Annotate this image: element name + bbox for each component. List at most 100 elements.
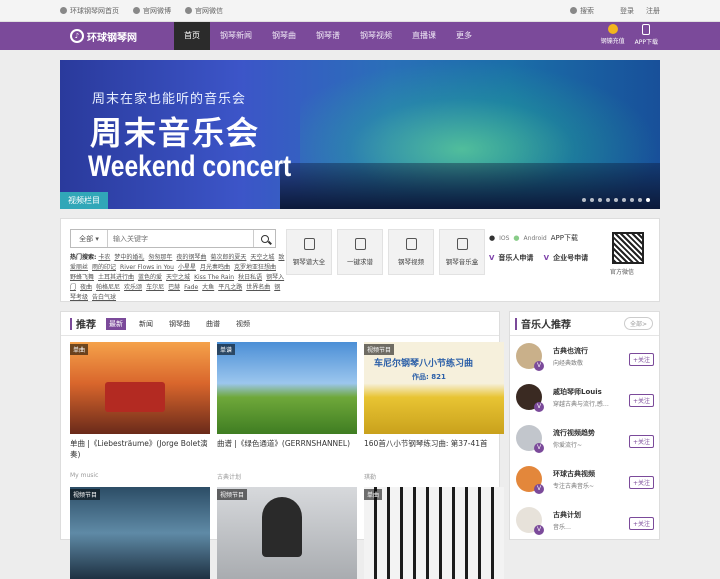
follow-button[interactable]: +关注 bbox=[628, 394, 654, 407]
login-link[interactable]: 登录 bbox=[620, 6, 634, 16]
content-card[interactable]: 视频节目 车尼尔钢琴八小节练习曲 作品: 821 160首八小节钢琴练习曲: 第… bbox=[364, 342, 504, 481]
musician-apply-link[interactable]: 音乐人申请 bbox=[498, 253, 533, 263]
follow-button[interactable]: +关注 bbox=[628, 476, 654, 489]
hero-banner[interactable]: 周末在家也能听的音乐会 周末音乐会 Weekend concert 视频栏目 bbox=[60, 60, 660, 209]
card-image: 视频节目 车尼尔钢琴八小节练习曲 作品: 821 bbox=[364, 342, 504, 434]
search-bar: 全部 ▾ bbox=[70, 229, 276, 248]
nav-item-live[interactable]: 直播课 bbox=[402, 22, 446, 50]
wechat-link[interactable]: 官网微信 bbox=[185, 6, 223, 16]
hot-search-link[interactable]: 雨的印记 bbox=[92, 264, 116, 271]
nav-item-songs[interactable]: 钢琴曲 bbox=[262, 22, 306, 50]
search-panel: 全部 ▾ 热门搜索: 卡农梦中的婚礼匆匆那年夜的钢琴曲菊次郎的夏天天空之城致爱丽… bbox=[60, 218, 660, 302]
phone-icon bbox=[642, 24, 651, 35]
app-download-button[interactable]: APP下载 bbox=[635, 24, 658, 46]
banner-title-en: Weekend concert bbox=[88, 150, 292, 183]
company-apply-link[interactable]: 企业号申请 bbox=[553, 253, 588, 263]
hot-search-link[interactable]: 秋日私语 bbox=[238, 274, 262, 281]
search-icon bbox=[260, 234, 269, 243]
musician-name[interactable]: 古典也流行 bbox=[553, 346, 588, 356]
request-icon bbox=[354, 238, 366, 250]
follow-button[interactable]: +关注 bbox=[628, 517, 654, 530]
content-card[interactable]: 单谱 曲谱 |《绿色通道》(GERRNSHANNEL) 古典计划 bbox=[217, 342, 357, 481]
hot-search-link[interactable]: 世界名曲 bbox=[246, 284, 270, 291]
nav-item-more[interactable]: 更多 bbox=[446, 22, 482, 50]
hot-search-link[interactable]: Fade bbox=[184, 284, 198, 291]
recharge-button[interactable]: 钢镚充值 bbox=[601, 24, 625, 46]
hot-search-link[interactable]: 车尔尼 bbox=[146, 284, 164, 291]
content-card[interactable]: 单曲 bbox=[364, 487, 504, 579]
hot-search-link[interactable]: 欢乐颂 bbox=[124, 284, 142, 291]
musician-item[interactable]: V 戚珀琴师Louis 穿越古典与流行,感… +关注 bbox=[516, 384, 654, 416]
nav-item-videos[interactable]: 钢琴视频 bbox=[350, 22, 402, 50]
hot-search-link[interactable]: River Flows in You bbox=[120, 264, 174, 271]
hot-search-link[interactable]: 卡农 bbox=[98, 254, 110, 261]
hot-search-link[interactable]: 大鱼 bbox=[202, 284, 214, 291]
hot-search-link[interactable]: 梦中的婚礼 bbox=[114, 254, 144, 261]
content-card[interactable]: 视频节目 bbox=[70, 487, 210, 579]
v-icon: V bbox=[543, 254, 550, 262]
hot-search-link[interactable]: Kiss The Rain bbox=[194, 274, 234, 281]
tab-latest[interactable]: 最新 bbox=[106, 317, 126, 330]
apple-icon: ● bbox=[489, 234, 496, 242]
tab-news[interactable]: 新闻 bbox=[136, 318, 156, 330]
verified-icon: V bbox=[534, 361, 544, 371]
quick-scores-all[interactable]: 钢琴谱大全 bbox=[286, 229, 332, 275]
verified-icon: V bbox=[534, 525, 544, 535]
banner-tag: 视频栏目 bbox=[60, 192, 108, 209]
hot-search-link[interactable]: 天空之城 bbox=[250, 254, 274, 261]
hot-search-link[interactable]: 夜曲 bbox=[80, 284, 92, 291]
search-input[interactable] bbox=[108, 230, 253, 247]
musician-item[interactable]: V 古典也流行 向经典致敬 +关注 bbox=[516, 343, 654, 375]
nav-item-scores[interactable]: 钢琴谱 bbox=[306, 22, 350, 50]
content-card[interactable]: 视频节目 bbox=[217, 487, 357, 579]
hot-search-link[interactable]: 帕格尼尼 bbox=[96, 284, 120, 291]
search-category-select[interactable]: 全部 ▾ bbox=[71, 230, 108, 247]
weibo-link[interactable]: 官网微博 bbox=[133, 6, 171, 16]
hot-search-link[interactable]: 匆匆那年 bbox=[148, 254, 172, 261]
hot-search-link[interactable]: 天空之城 bbox=[166, 274, 190, 281]
video-icon bbox=[405, 238, 417, 250]
tab-piano-songs[interactable]: 钢琴曲 bbox=[166, 318, 193, 330]
musician-name[interactable]: 古典计划 bbox=[553, 510, 581, 520]
musician-name[interactable]: 戚珀琴师Louis bbox=[553, 387, 602, 397]
follow-button[interactable]: +关注 bbox=[628, 435, 654, 448]
musician-name[interactable]: 流行视频趋势 bbox=[553, 428, 595, 438]
hot-search-link[interactable]: 夜的钢琴曲 bbox=[176, 254, 206, 261]
follow-button[interactable]: +关注 bbox=[628, 353, 654, 366]
hot-search-link[interactable]: 巴赫 bbox=[168, 284, 180, 291]
hot-search-link[interactable]: 月光奏鸣曲 bbox=[200, 264, 230, 271]
carousel-dots[interactable] bbox=[582, 198, 650, 202]
register-link[interactable]: 注册 bbox=[646, 6, 660, 16]
card-image: 单曲 bbox=[364, 487, 504, 579]
quick-request-score[interactable]: 一键求谱 bbox=[337, 229, 383, 275]
musician-name[interactable]: 环球古典视频 bbox=[553, 469, 595, 479]
top-bar: 环球钢琴网首页 官网微博 官网微信 搜索 登录 注册 bbox=[0, 0, 720, 22]
hot-search-link[interactable]: 野蜂飞舞 bbox=[70, 274, 94, 281]
top-search-link[interactable]: 搜索 bbox=[570, 6, 594, 16]
hot-search-link[interactable]: 告白气球 bbox=[92, 294, 116, 301]
musician-item[interactable]: V 流行视频趋势 你爱流行~ +关注 bbox=[516, 425, 654, 457]
hot-search-link[interactable]: 土耳其进行曲 bbox=[98, 274, 134, 281]
quick-videos[interactable]: 钢琴视频 bbox=[388, 229, 434, 275]
nav-item-news[interactable]: 钢琴新闻 bbox=[210, 22, 262, 50]
tab-scores[interactable]: 曲谱 bbox=[203, 318, 223, 330]
hot-searches: 热门搜索: 卡农 梦中的婚礼 匆匆那年 夜的钢琴曲 菊次郎的夏天 天空之城 致爱丽丝 雨的印记… bbox=[70, 254, 285, 301]
hot-search-link[interactable]: 小星星 bbox=[178, 264, 196, 271]
document-icon bbox=[303, 238, 315, 250]
content-card[interactable]: 单曲 单曲 |《Liebesträume》(Jorge Bolet演奏) My … bbox=[70, 342, 210, 479]
hot-search-link[interactable]: 平凡之路 bbox=[218, 284, 242, 291]
quick-music-box[interactable]: 钢琴音乐盒 bbox=[439, 229, 485, 275]
hot-search-link[interactable]: 蓝色的爱 bbox=[138, 274, 162, 281]
search-button[interactable] bbox=[253, 230, 275, 247]
home-link[interactable]: 环球钢琴网首页 bbox=[60, 6, 119, 16]
musician-item[interactable]: V 古典计划音乐… +关注 bbox=[516, 507, 654, 539]
musician-desc: 音乐… bbox=[553, 524, 572, 531]
nav-item-home[interactable]: 首页 bbox=[174, 22, 210, 50]
tab-videos[interactable]: 视频 bbox=[233, 318, 253, 330]
site-logo[interactable]: ♪ 环球钢琴网 bbox=[70, 29, 174, 44]
hot-search-link[interactable]: 克罗地亚狂想曲 bbox=[234, 264, 276, 271]
view-all-button[interactable]: 全部> bbox=[623, 317, 653, 330]
musician-item[interactable]: V 环球古典视频 专注古典音乐~ +关注 bbox=[516, 466, 654, 498]
hot-search-link[interactable]: 菊次郎的夏天 bbox=[210, 254, 246, 261]
logo-icon: ♪ bbox=[70, 29, 84, 43]
